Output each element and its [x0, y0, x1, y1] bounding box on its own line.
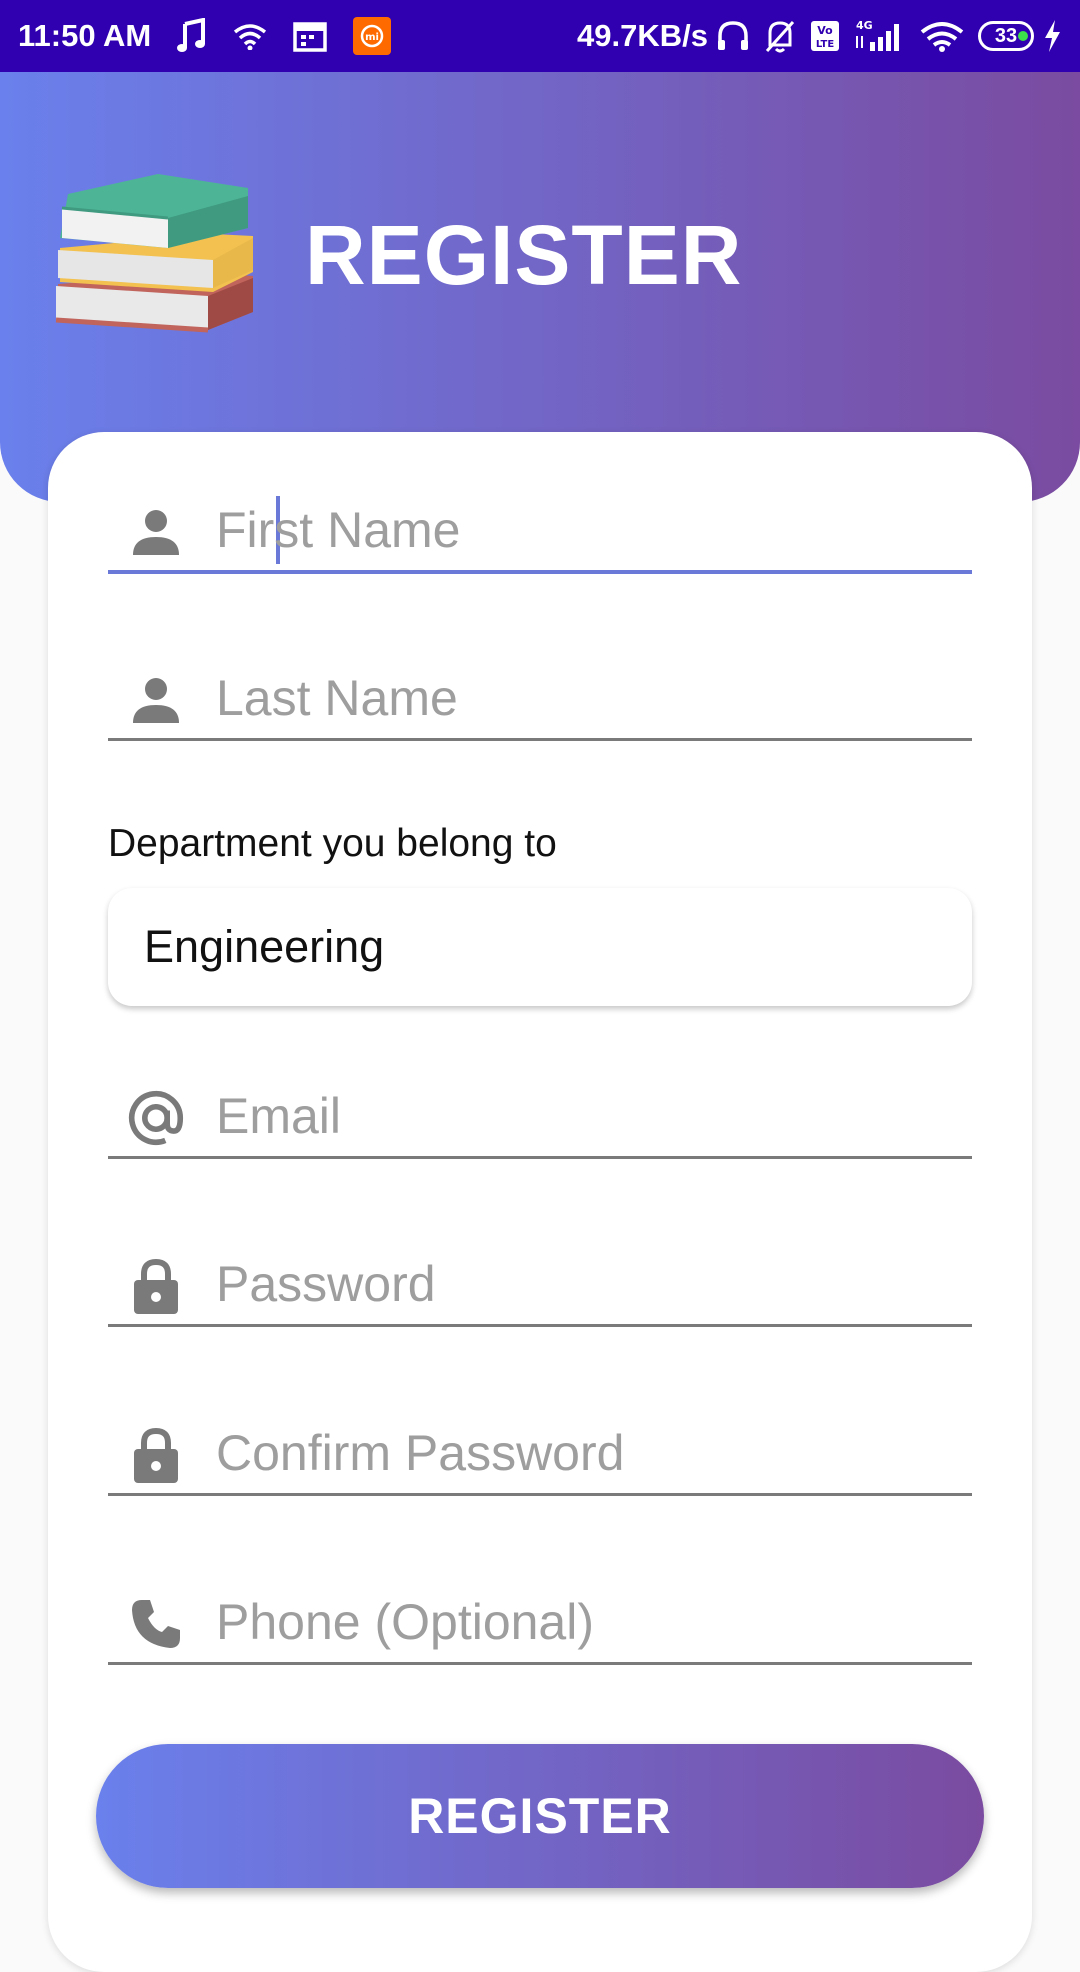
- last-name-field[interactable]: [108, 658, 972, 741]
- first-name-input[interactable]: [216, 498, 956, 562]
- password-input[interactable]: [216, 1252, 956, 1316]
- network-speed: 49.7KB/s: [577, 18, 708, 53]
- last-name-input[interactable]: [216, 666, 956, 730]
- phone-icon: [128, 1596, 184, 1652]
- volte-icon: Vo LTE: [810, 20, 840, 52]
- wifi-icon: [920, 20, 964, 52]
- person-icon: [128, 672, 184, 728]
- music-note-icon: [177, 18, 207, 54]
- confirm-password-field[interactable]: [108, 1413, 972, 1496]
- email-input[interactable]: [216, 1084, 956, 1148]
- mi-icon: mi: [353, 17, 392, 55]
- bell-off-icon: [764, 19, 796, 53]
- status-bar-left: 11:50 AM mi: [18, 17, 392, 55]
- status-bar-right: 49.7KB/s Vo LTE 4G 33: [577, 18, 1062, 54]
- books-icon: [48, 164, 258, 344]
- department-selected-value: Engineering: [144, 921, 385, 972]
- password-field[interactable]: [108, 1244, 972, 1327]
- at-sign-icon: [128, 1090, 184, 1146]
- department-select[interactable]: Engineering: [108, 888, 972, 1006]
- first-name-field[interactable]: [108, 490, 972, 574]
- headphones-icon: [716, 20, 750, 52]
- department-label: Department you belong to: [108, 822, 557, 865]
- battery-icon: 33: [978, 21, 1034, 51]
- svg-text:Vo: Vo: [817, 24, 833, 37]
- svg-text:4G: 4G: [856, 19, 873, 32]
- confirm-password-input[interactable]: [216, 1421, 956, 1485]
- page-title: REGISTER: [305, 208, 743, 302]
- status-bar: 11:50 AM mi 49.7KB/s Vo LTE 4G 33: [0, 0, 1080, 72]
- phone-input[interactable]: [216, 1590, 956, 1654]
- wifi-icon: [233, 22, 267, 50]
- battery-level: 33: [994, 24, 1018, 47]
- phone-field[interactable]: [108, 1582, 972, 1665]
- lock-icon: [128, 1427, 184, 1483]
- svg-text:LTE: LTE: [816, 39, 835, 50]
- lock-icon: [128, 1258, 184, 1314]
- svg-text:mi: mi: [365, 32, 379, 43]
- email-field[interactable]: [108, 1076, 972, 1159]
- register-button[interactable]: REGISTER: [96, 1744, 984, 1888]
- status-time: 11:50 AM: [18, 18, 152, 53]
- calendar-icon: [293, 20, 327, 52]
- register-form-card: Department you belong to Engineering REG…: [48, 432, 1032, 1972]
- person-icon: [128, 504, 184, 560]
- signal-icon: 4G: [852, 18, 906, 54]
- charging-icon: [1042, 19, 1062, 53]
